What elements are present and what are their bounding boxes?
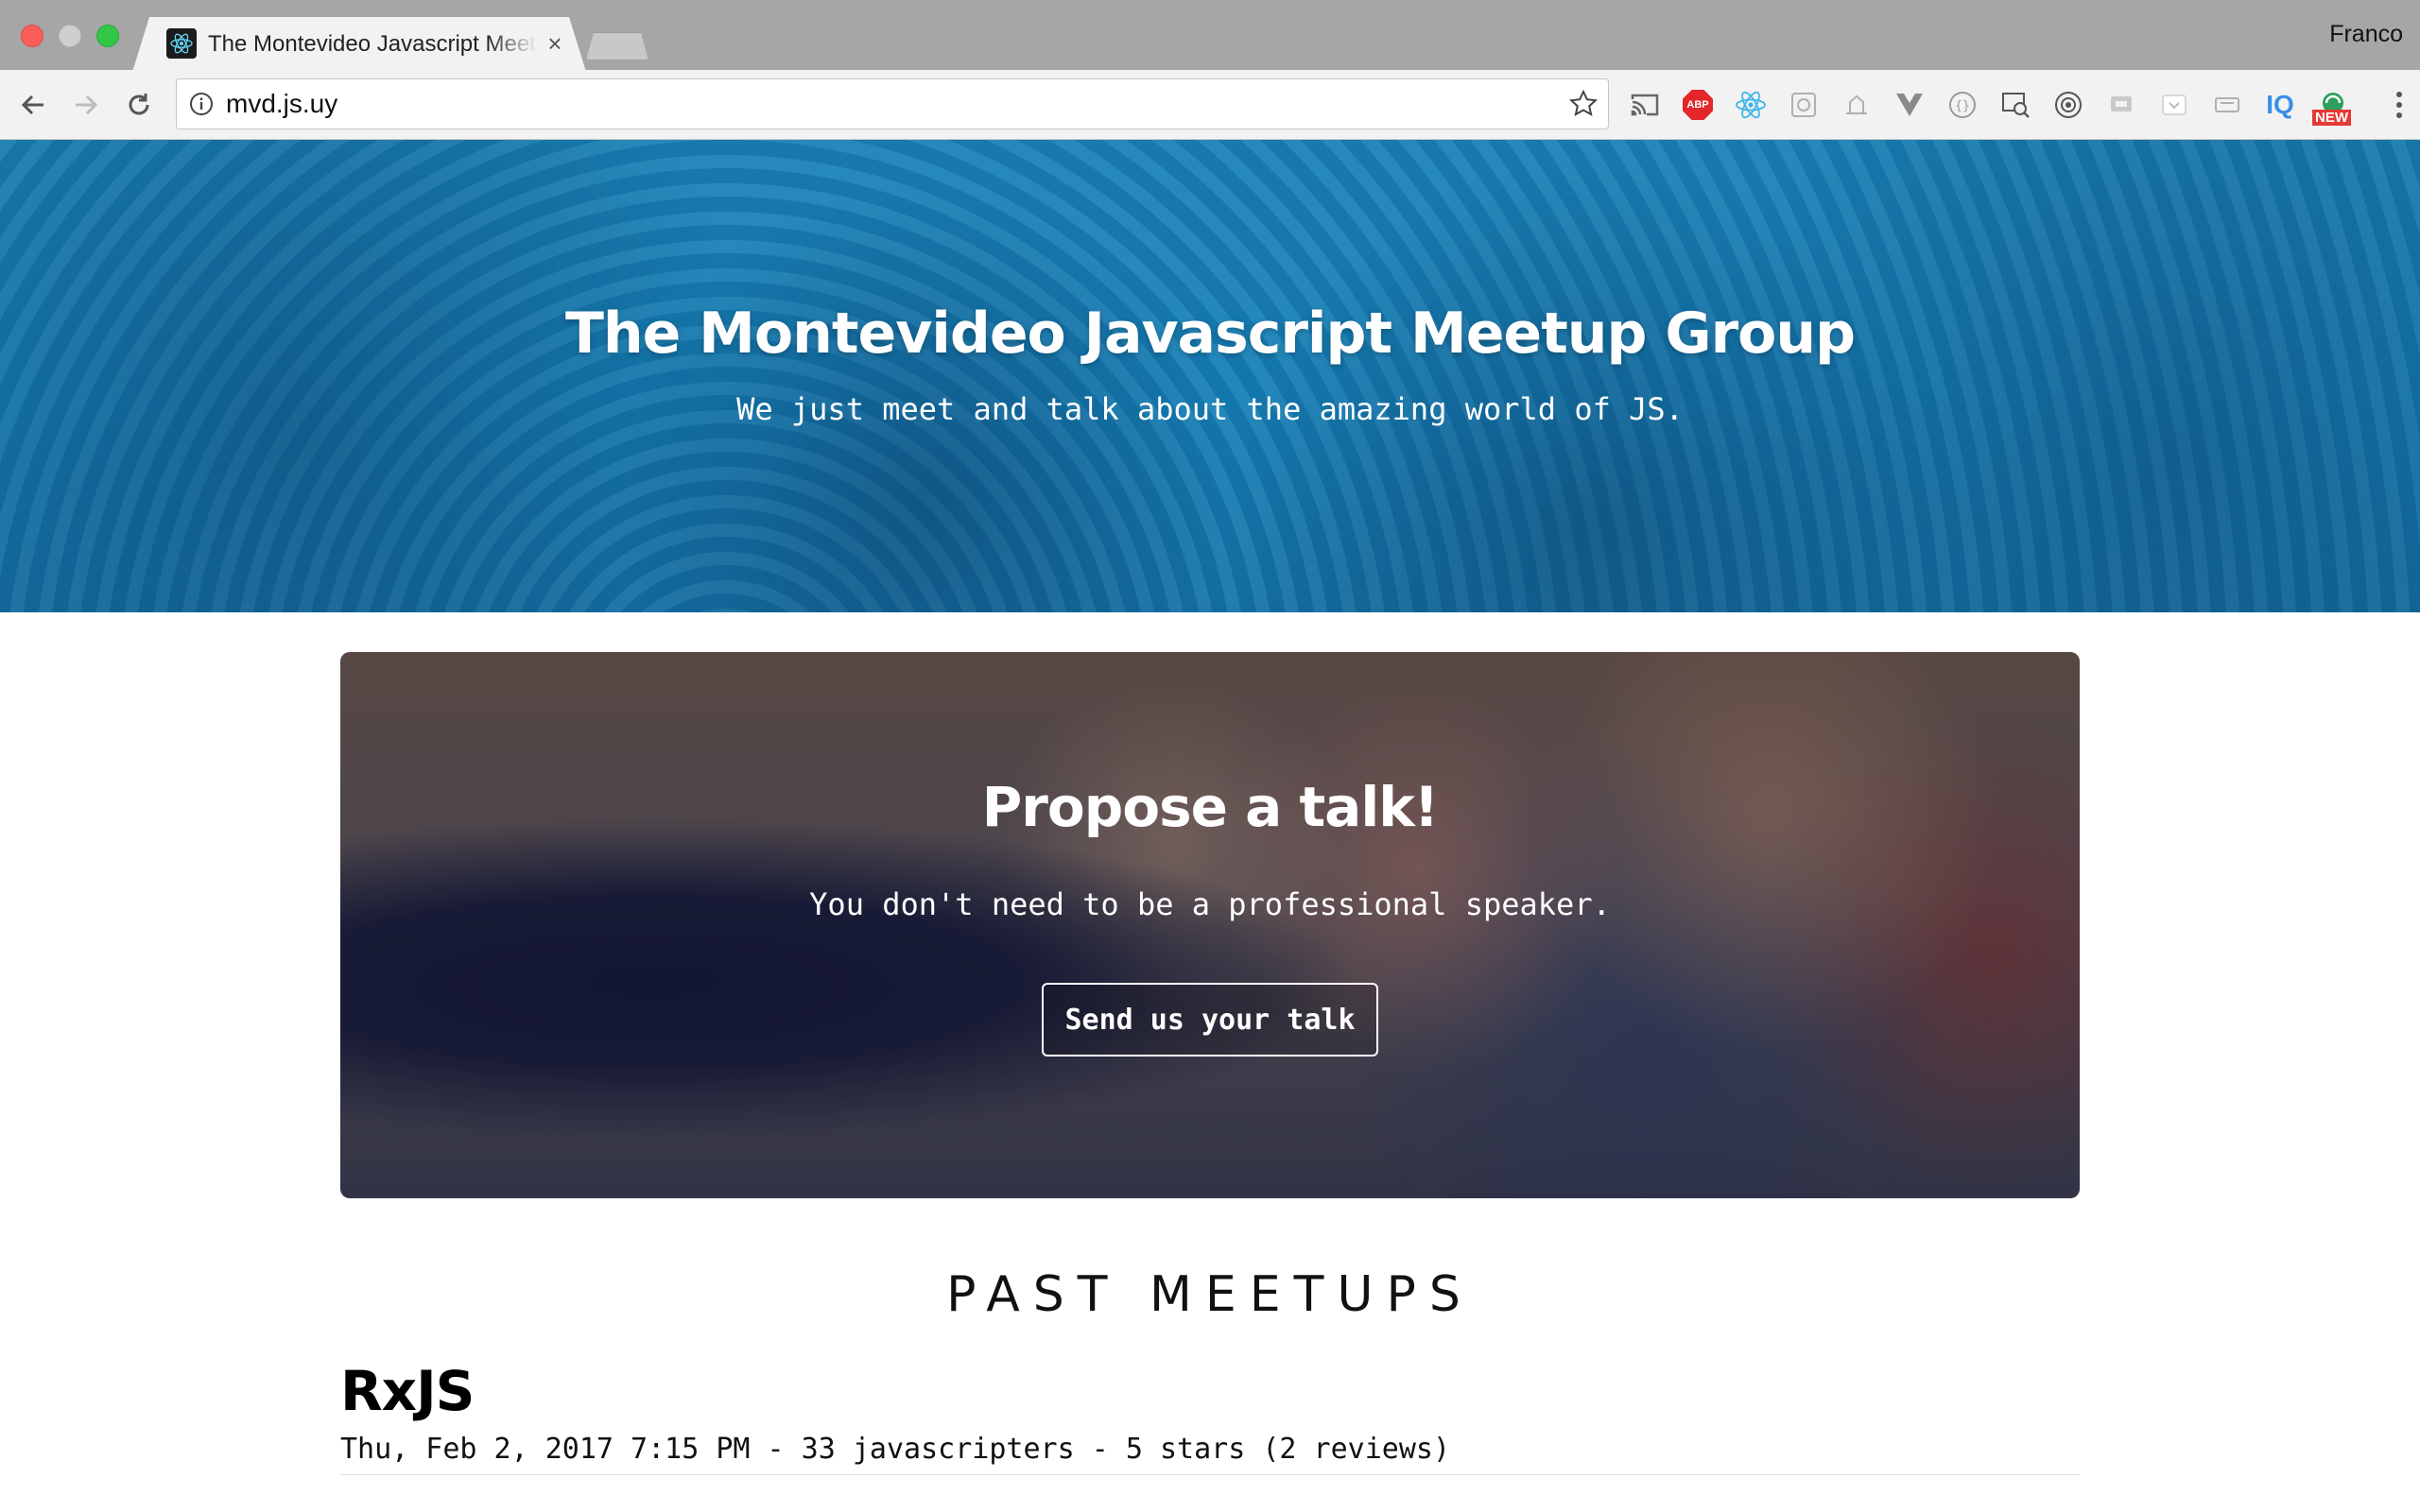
propose-talk-card: Propose a talk! You don't need to be a p… xyxy=(340,652,2080,1198)
new-badge: NEW xyxy=(2312,110,2351,126)
svg-text:{}: {} xyxy=(1955,99,1970,113)
close-window-button[interactable] xyxy=(21,25,43,47)
browser-titlebar: The Montevideo Javascript Meetup Group ×… xyxy=(0,0,2420,72)
pocket-icon[interactable] xyxy=(2157,88,2191,122)
react-devtools-icon[interactable] xyxy=(1734,88,1768,122)
minimize-window-button[interactable] xyxy=(59,25,81,47)
url-text[interactable]: mvd.js.uy xyxy=(226,79,337,129)
zoom-window-button[interactable] xyxy=(96,25,119,47)
forward-arrow-icon[interactable] xyxy=(66,85,106,125)
hero-subtitle: We just meet and talk about the amazing … xyxy=(736,391,1684,427)
tab-close-icon[interactable]: × xyxy=(543,28,567,59)
extension-icon[interactable] xyxy=(2104,88,2138,122)
adblock-plus-icon[interactable]: ABP xyxy=(1681,88,1715,122)
browser-menu-icon[interactable] xyxy=(2392,89,2407,121)
search-page-icon[interactable] xyxy=(1998,88,2032,122)
profile-name[interactable]: Franco xyxy=(2329,21,2403,48)
meetup-divider xyxy=(340,1474,2080,1475)
send-talk-button[interactable]: Send us your talk xyxy=(1042,983,1378,1057)
meetup-meta: Thu, Feb 2, 2017 7:15 PM - 33 javascript… xyxy=(340,1433,1450,1466)
new-extension-icon[interactable]: NEW xyxy=(2312,88,2351,126)
extension-icon[interactable] xyxy=(1840,88,1874,122)
extension-icon[interactable] xyxy=(1787,88,1821,122)
info-icon[interactable] xyxy=(188,91,215,117)
hero-banner: The Montevideo Javascript Meetup Group W… xyxy=(0,140,2420,612)
hero-title: The Montevideo Javascript Meetup Group xyxy=(564,301,1856,367)
extension-icon[interactable] xyxy=(2210,88,2244,122)
bookmark-star-icon[interactable] xyxy=(1568,89,1599,119)
address-bar[interactable]: mvd.js.uy xyxy=(176,78,1609,129)
new-tab-button[interactable] xyxy=(586,32,648,60)
chrome-circle-icon[interactable] xyxy=(2051,88,2085,122)
propose-background-image xyxy=(340,652,2080,1198)
vue-devtools-icon[interactable] xyxy=(1893,88,1927,122)
react-favicon-icon xyxy=(166,28,197,59)
reload-icon[interactable] xyxy=(119,85,159,125)
json-icon[interactable]: {} xyxy=(1945,88,1979,122)
past-meetups-heading: PAST MEETUPS xyxy=(946,1266,1474,1323)
iq-icon[interactable]: IQ xyxy=(2263,88,2297,122)
propose-text: You don't need to be a professional spea… xyxy=(809,886,1611,922)
browser-toolbar: mvd.js.uy ABP {} IQ NEW xyxy=(0,70,2420,140)
meetup-title[interactable]: RxJS xyxy=(340,1359,475,1423)
tab-title: The Montevideo Javascript Meetup Group xyxy=(208,31,537,57)
propose-title: Propose a talk! xyxy=(981,775,1439,839)
cast-icon[interactable] xyxy=(1628,88,1662,122)
back-arrow-icon[interactable] xyxy=(13,85,53,125)
